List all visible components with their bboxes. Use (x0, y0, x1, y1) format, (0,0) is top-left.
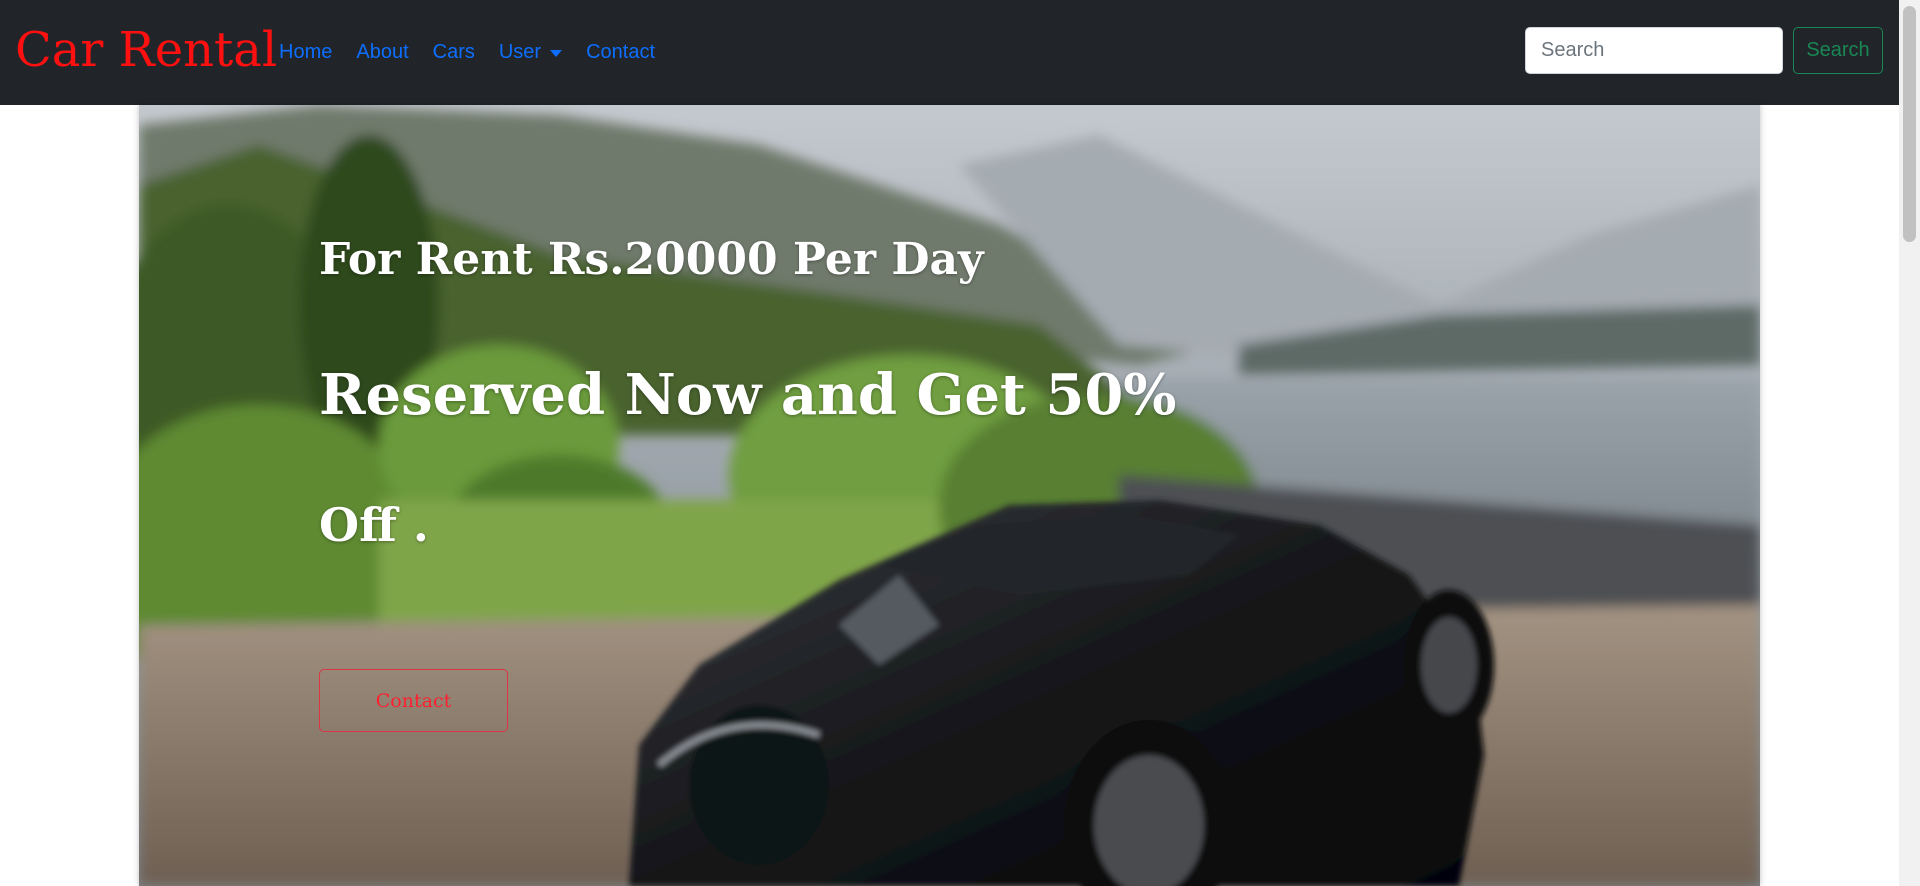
hero-offer-heading-continued: Off . (319, 498, 429, 552)
nav-link-home[interactable]: Home (279, 41, 332, 64)
hero-price-heading: For Rent Rs.20000 Per Day (319, 234, 984, 285)
nav-link-user-label: User (498, 40, 542, 63)
brand-logo[interactable]: Car Rental (15, 18, 277, 82)
nav-link-about[interactable]: About (356, 41, 408, 64)
nav-link-contact[interactable]: Contact (586, 41, 655, 64)
search-input[interactable] (1525, 27, 1783, 74)
nav-dropdown-user[interactable]: User (498, 40, 563, 64)
search-button[interactable]: Search (1793, 27, 1883, 74)
contact-button[interactable]: Contact (319, 669, 508, 732)
nav-link-cars[interactable]: Cars (433, 41, 475, 64)
hero-offer-heading: Reserved Now and Get 50% (319, 362, 1177, 428)
scrollbar-thumb[interactable] (1903, 6, 1916, 242)
navbar: Car Rental Home About Cars User Contact … (0, 0, 1899, 105)
caret-down-icon (550, 49, 563, 57)
nav-links: Home About Cars User Contact (279, 38, 679, 66)
hero-banner: For Rent Rs.20000 Per Day Reserved Now a… (139, 105, 1760, 886)
vertical-scrollbar[interactable] (1899, 0, 1920, 886)
